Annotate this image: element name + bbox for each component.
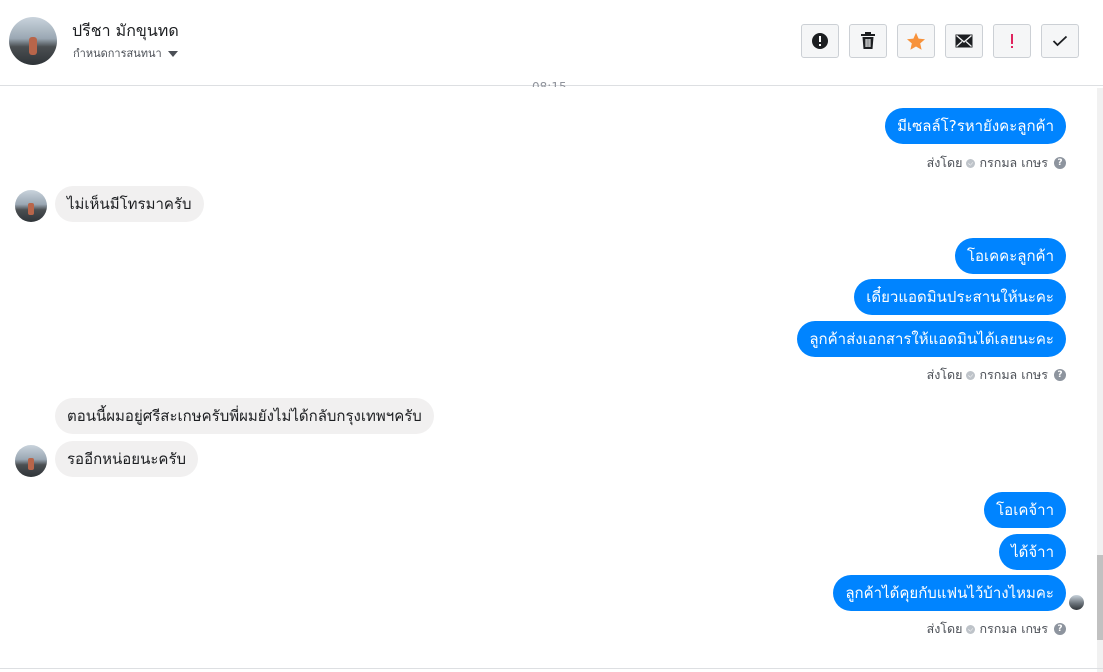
checkmark-icon (1052, 35, 1068, 47)
sent-by-agent[interactable]: กรกมล เกษร (979, 619, 1048, 639)
schedule-dropdown[interactable]: กำหนดการสนทนา (73, 44, 178, 62)
conversation-header: ปรีชา มักขุนทด กำหนดการสนทนา (0, 0, 1103, 86)
sent-by-agent[interactable]: กรกมล เกษร (979, 365, 1048, 385)
exclamation-circle-icon (812, 33, 828, 49)
sent-by-info: ส่งโดย กรกมล เกษร ? (927, 153, 1066, 173)
composer-divider (0, 668, 1103, 669)
caret-down-icon (167, 51, 178, 57)
sent-by-agent[interactable]: กรกมล เกษร (979, 153, 1048, 173)
outgoing-message[interactable]: ลูกค้าได้คุยกับแฟนไว้บ้างไหมคะ (833, 575, 1066, 611)
help-icon[interactable]: ? (1054, 369, 1066, 381)
sent-by-prefix: ส่งโดย (926, 155, 963, 170)
seen-check-icon (966, 370, 976, 380)
scrollbar-thumb[interactable] (1097, 555, 1103, 640)
contact-avatar-small[interactable] (15, 445, 47, 477)
seen-check-icon (966, 624, 976, 634)
envelope-icon (955, 34, 973, 48)
help-icon[interactable]: ? (1054, 157, 1066, 169)
incoming-message[interactable]: ตอนนี้ผมอยู่ศรีสะเกษครับพี่ผมยังไม่ได้กล… (55, 398, 434, 434)
sent-by-prefix: ส่งโดย (926, 367, 963, 382)
incoming-message[interactable]: ไม่เห็นมีโทรมาครับ (55, 186, 204, 222)
star-button[interactable] (897, 24, 935, 58)
contact-name[interactable]: ปรีชา มักขุนทด (72, 19, 179, 44)
mark-done-button[interactable] (1041, 24, 1079, 58)
seen-by-avatar (1069, 595, 1084, 610)
outgoing-message[interactable]: มีเซลล์โ?รหายังคะลูกค้า (885, 108, 1066, 144)
mark-important-button[interactable] (993, 24, 1031, 58)
sent-by-prefix: ส่งโดย (926, 621, 963, 636)
contact-avatar[interactable] (9, 17, 57, 65)
star-icon (907, 32, 925, 50)
outgoing-message[interactable]: โอเคคะลูกค้า (954, 238, 1066, 274)
spam-report-button[interactable] (801, 24, 839, 58)
mark-unread-button[interactable] (945, 24, 983, 58)
seen-check-icon (966, 158, 976, 168)
outgoing-message[interactable]: โอเคจ้าา (984, 492, 1066, 528)
contact-avatar-small[interactable] (15, 190, 47, 222)
outgoing-message[interactable]: ได้จ้าา (999, 534, 1066, 570)
sent-by-info: ส่งโดย กรกมล เกษร ? (927, 619, 1066, 639)
incoming-message[interactable]: รออีกหน่อยนะครับ (55, 441, 199, 477)
trash-icon (861, 32, 875, 49)
outgoing-message[interactable]: เดี๋ยวแอดมินประสานให้นะคะ (854, 279, 1066, 315)
exclamation-icon (1011, 34, 1013, 48)
help-icon[interactable]: ? (1054, 623, 1066, 635)
outgoing-message[interactable]: ลูกค้าส่งเอกสารให้แอดมินได้เลยนะคะ (797, 321, 1066, 357)
delete-button[interactable] (849, 24, 887, 58)
schedule-label: กำหนดการสนทนา (73, 47, 162, 60)
sent-by-info: ส่งโดย กรกมล เกษร ? (927, 365, 1066, 385)
message-timestamp: 08:15 (532, 80, 567, 87)
